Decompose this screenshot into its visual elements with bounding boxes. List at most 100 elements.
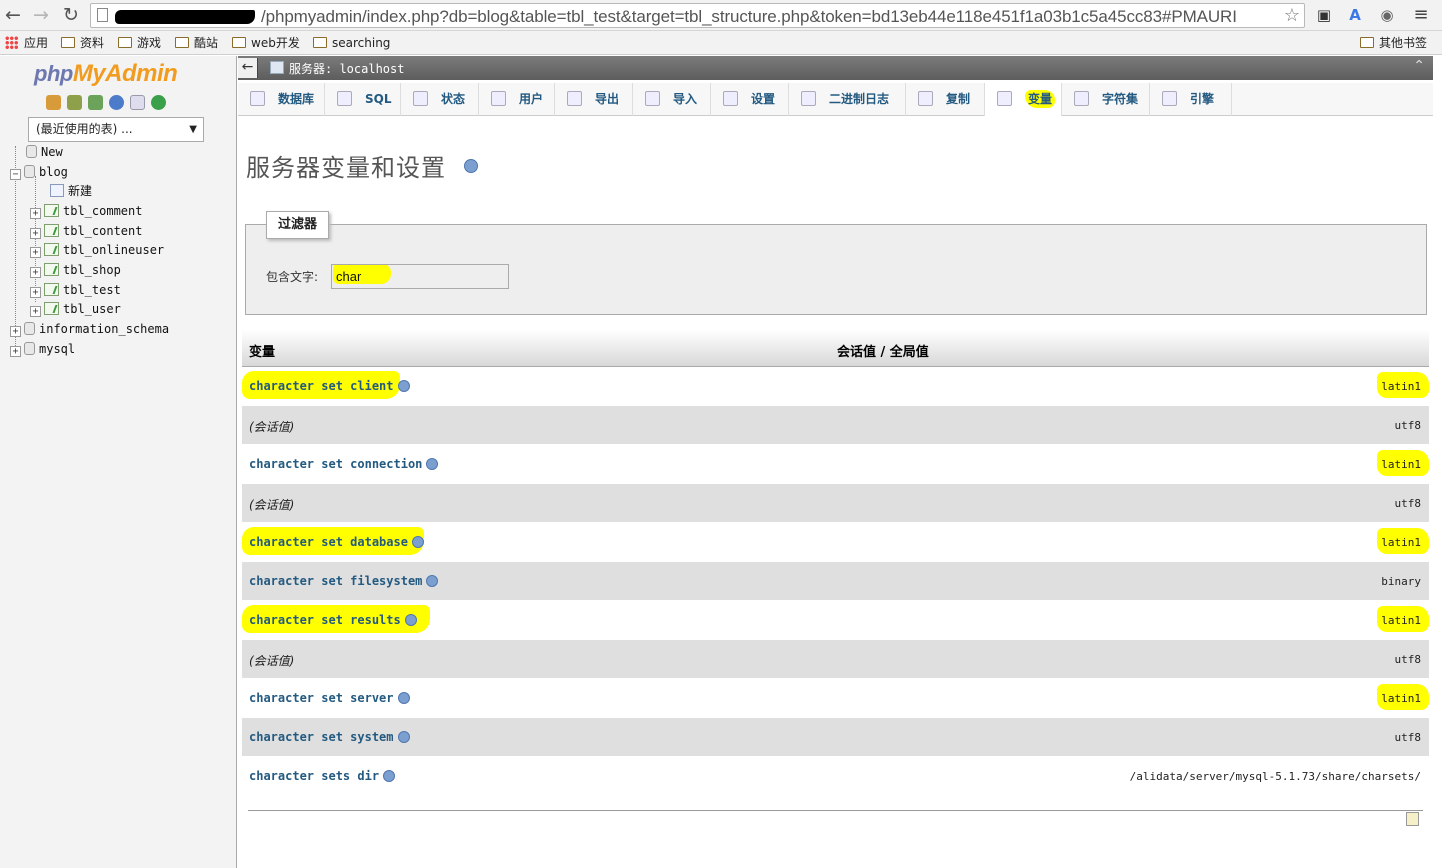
database-icon <box>24 165 35 178</box>
database-icon <box>24 342 35 355</box>
help-icon[interactable] <box>397 380 410 392</box>
address-bar[interactable]: /phpmyadmin/index.php?db=blog&table=tbl_… <box>90 3 1305 28</box>
account-icon[interactable]: ◉ <box>1376 4 1398 26</box>
tab-export[interactable]: 导出 <box>555 83 633 116</box>
folder-icon <box>313 37 327 48</box>
table-row: character set filesystem binary <box>242 562 1429 601</box>
tab-sql[interactable]: SQL <box>325 83 401 116</box>
help-icon[interactable] <box>426 575 439 587</box>
collapse-nav-arrow-icon[interactable]: ← <box>238 58 258 78</box>
variable-value: latin1 <box>1381 536 1421 549</box>
expand-icon[interactable]: + <box>30 267 41 278</box>
bookmark-folder[interactable]: 资料 <box>61 35 104 51</box>
table-row: character sets dir /alidata/server/mysql… <box>242 757 1429 796</box>
query-window-icon[interactable] <box>88 95 103 110</box>
documentation-icon[interactable] <box>130 95 145 110</box>
other-bookmarks[interactable]: 其他书签 <box>1360 35 1427 51</box>
variable-value: utf8 <box>1394 497 1422 510</box>
url-text[interactable]: /phpmyadmin/index.php?db=blog&table=tbl_… <box>261 7 1237 27</box>
logout-icon[interactable] <box>67 95 82 110</box>
table-row: character set system utf8 <box>242 718 1429 757</box>
new-table-icon <box>50 184 64 197</box>
variable-name[interactable]: character set connection <box>249 457 439 471</box>
help-icon[interactable] <box>383 770 396 782</box>
bookmark-apps[interactable]: 应用 <box>5 35 48 51</box>
server-breadcrumb[interactable]: 服务器: localhost <box>289 60 404 77</box>
reload-nav-icon[interactable] <box>151 95 166 110</box>
expand-icon[interactable]: + <box>10 326 21 337</box>
tree-node-table[interactable]: + tbl_shop <box>30 260 121 280</box>
variable-value: /alidata/server/mysql-5.1.73/share/chars… <box>1129 770 1421 783</box>
tree-node-db[interactable]: − blog <box>10 162 68 182</box>
forward-arrow-icon[interactable]: → <box>30 4 52 26</box>
extension-icon[interactable]: ▣ <box>1313 4 1335 26</box>
variable-value: latin1 <box>1381 692 1421 705</box>
export-icon <box>567 91 582 106</box>
expand-icon[interactable]: + <box>30 247 41 258</box>
translate-icon[interactable]: A <box>1344 4 1366 26</box>
tree-node-db[interactable]: + mysql <box>10 339 75 359</box>
bookmark-folder[interactable]: searching <box>313 35 390 51</box>
bookmark-folder[interactable]: 酷站 <box>175 35 218 51</box>
divider <box>248 810 1423 811</box>
tree-node-new-table[interactable]: 新建 <box>50 181 92 201</box>
quick-links <box>46 95 172 113</box>
expand-icon[interactable]: + <box>10 346 21 357</box>
phpmyadmin-logo[interactable]: phpMyAdmin <box>34 60 178 88</box>
menu-icon[interactable]: ≡ <box>1410 4 1432 26</box>
bookmark-folder[interactable]: web开发 <box>232 35 300 51</box>
help-icon[interactable] <box>464 159 478 173</box>
tab-status[interactable]: 状态 <box>401 83 479 116</box>
tab-charsets[interactable]: 字符集 <box>1062 83 1150 116</box>
bookmark-folder[interactable]: 游戏 <box>118 35 161 51</box>
tab-replication[interactable]: 复制 <box>906 83 985 116</box>
variable-name[interactable]: character set database <box>249 535 424 549</box>
help-icon[interactable] <box>109 95 124 110</box>
collapse-icon[interactable]: − <box>10 169 21 180</box>
expand-icon[interactable]: + <box>30 228 41 239</box>
expand-icon[interactable]: + <box>30 208 41 219</box>
variable-name[interactable]: character set results <box>249 613 417 627</box>
bookmark-star-icon[interactable]: ☆ <box>1284 5 1300 26</box>
tab-variables[interactable]: 变量 <box>985 83 1062 116</box>
table-icon <box>44 224 59 237</box>
table-row: character set server latin1 <box>242 679 1429 718</box>
reload-icon[interactable]: ↻ <box>60 4 82 26</box>
filter-input[interactable] <box>331 264 509 289</box>
table-icon <box>44 302 59 315</box>
console-toggle-icon[interactable] <box>1406 812 1419 826</box>
variable-name[interactable]: character set system <box>249 730 410 744</box>
charset-icon <box>1074 91 1089 106</box>
tree-node-new[interactable]: New <box>26 142 63 162</box>
variable-name[interactable]: character set client <box>249 379 410 393</box>
variable-name[interactable]: character set server <box>249 691 410 705</box>
help-icon[interactable] <box>426 458 439 470</box>
tab-import[interactable]: 导入 <box>633 83 711 116</box>
tab-databases[interactable]: 数据库 <box>238 83 325 116</box>
chevron-up-icon[interactable]: ⌃ <box>1413 58 1425 74</box>
home-icon[interactable] <box>46 95 61 110</box>
tree-node-table[interactable]: + tbl_comment <box>30 201 142 221</box>
variable-name[interactable]: character set filesystem <box>249 574 439 588</box>
tab-settings[interactable]: 设置 <box>711 83 789 116</box>
expand-icon[interactable]: + <box>30 287 41 298</box>
help-icon[interactable] <box>397 692 410 704</box>
chevron-down-icon: ▼ <box>189 124 197 135</box>
tree-node-db[interactable]: + information_schema <box>10 319 169 339</box>
apps-grid-icon <box>5 36 18 49</box>
help-icon[interactable] <box>411 536 424 548</box>
tab-users[interactable]: 用户 <box>479 83 555 116</box>
back-arrow-icon[interactable]: ← <box>2 4 24 26</box>
folder-icon <box>175 37 189 48</box>
help-icon[interactable] <box>397 731 410 743</box>
expand-icon[interactable]: + <box>30 306 41 317</box>
tree-node-table[interactable]: + tbl_onlineuser <box>30 240 164 260</box>
recent-tables-select[interactable]: (最近使用的表) ... ▼ <box>28 117 204 142</box>
tab-binary-log[interactable]: 二进制日志 <box>789 83 906 116</box>
tree-node-table[interactable]: + tbl_user <box>30 299 121 319</box>
tree-node-table[interactable]: + tbl_test <box>30 280 121 300</box>
help-icon[interactable] <box>404 614 417 626</box>
variable-name[interactable]: character sets dir <box>249 769 396 783</box>
tree-node-table[interactable]: + tbl_content <box>30 221 142 241</box>
tab-engines[interactable]: 引擎 <box>1150 83 1232 116</box>
